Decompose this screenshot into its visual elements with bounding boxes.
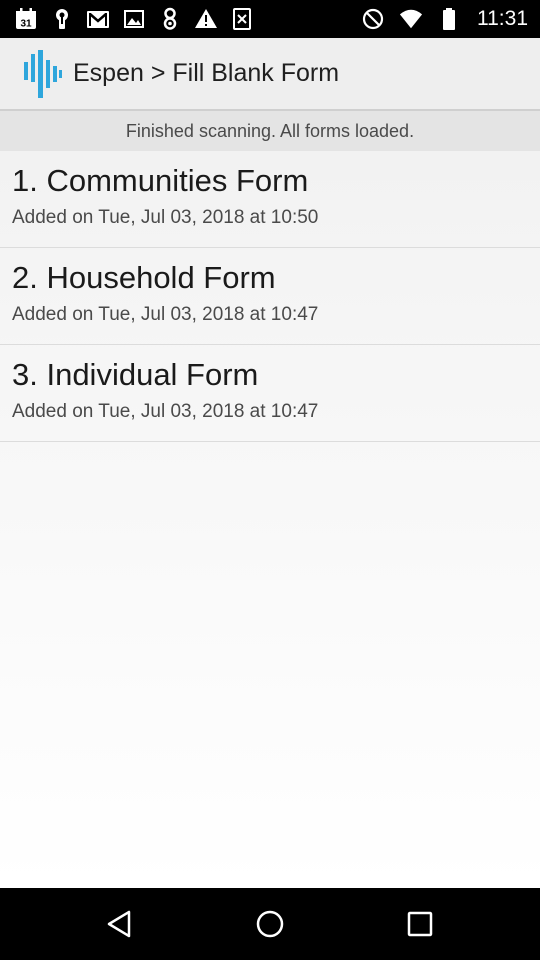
home-icon[interactable] xyxy=(248,902,292,946)
espen-logo-icon[interactable] xyxy=(22,50,64,98)
calendar-day: 31 xyxy=(20,19,32,30)
navigation-bar xyxy=(0,888,540,960)
page-title: Espen > Fill Blank Form xyxy=(73,59,340,87)
form-list-item-individual[interactable]: 3. Individual Form Added on Tue, Jul 03,… xyxy=(0,345,540,442)
system-icons: 11:31 xyxy=(361,0,528,38)
form-title: 1. Communities Form xyxy=(12,163,309,198)
form-added-date: Added on Tue, Jul 03, 2018 at 10:47 xyxy=(12,401,319,422)
calendar-icon: 31 xyxy=(14,7,38,31)
status-bar: 31 11:31 xyxy=(0,0,540,38)
app-bar: Espen > Fill Blank Form xyxy=(0,38,540,111)
gmail-icon xyxy=(86,7,110,31)
battery-icon xyxy=(437,7,461,31)
form-title: 2. Household Form xyxy=(12,260,276,295)
form-title: 3. Individual Form xyxy=(12,357,259,392)
wifi-icon xyxy=(399,7,423,31)
do-not-disturb-icon xyxy=(361,7,385,31)
close-box-icon xyxy=(230,7,254,31)
status-time: 11:31 xyxy=(477,7,528,30)
back-icon[interactable] xyxy=(98,902,142,946)
recents-icon[interactable] xyxy=(398,902,442,946)
warning-icon xyxy=(194,7,218,31)
form-list-item-communities[interactable]: 1. Communities Form Added on Tue, Jul 03… xyxy=(0,151,540,248)
image-icon xyxy=(122,7,146,31)
scan-status-banner: Finished scanning. All forms loaded. xyxy=(0,111,540,151)
keyhole-icon xyxy=(50,7,74,31)
notification-icons: 31 xyxy=(14,0,254,38)
form-list-item-household[interactable]: 2. Household Form Added on Tue, Jul 03, … xyxy=(0,248,540,345)
android-icon xyxy=(158,7,182,31)
form-added-date: Added on Tue, Jul 03, 2018 at 10:47 xyxy=(12,304,319,325)
form-added-date: Added on Tue, Jul 03, 2018 at 10:50 xyxy=(12,207,319,228)
form-list-container: 1. Communities Form Added on Tue, Jul 03… xyxy=(0,151,540,888)
form-list: 1. Communities Form Added on Tue, Jul 03… xyxy=(0,151,540,442)
scan-status-text: Finished scanning. All forms loaded. xyxy=(125,120,415,141)
